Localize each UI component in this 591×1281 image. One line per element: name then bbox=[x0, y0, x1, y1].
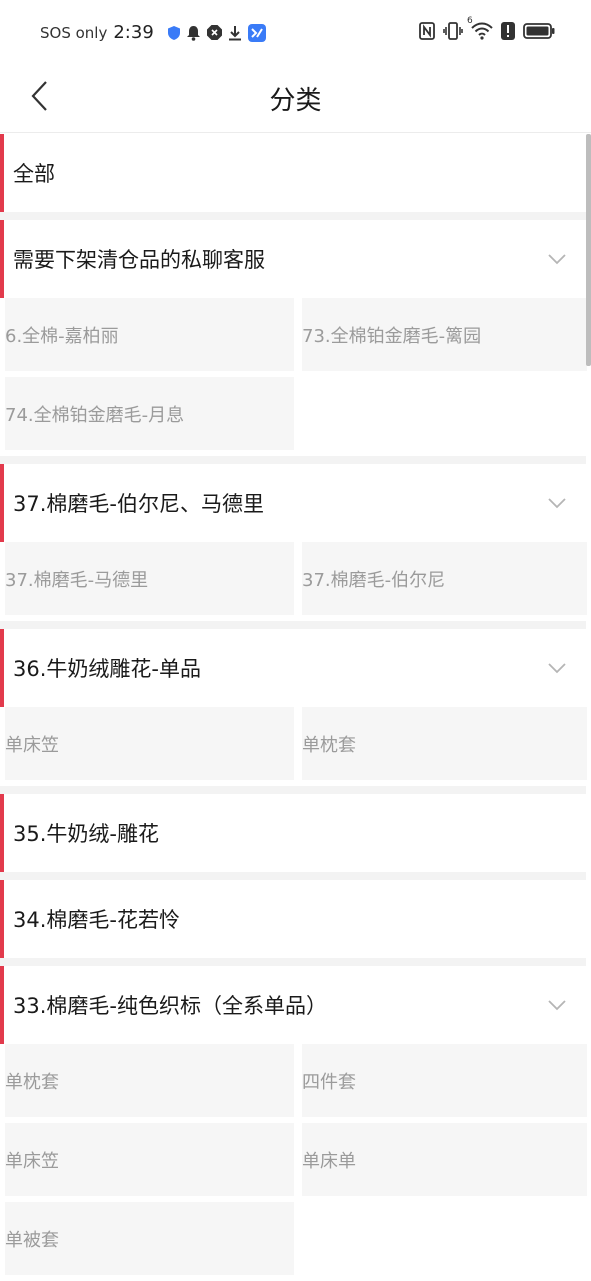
subcategory-item[interactable]: 单床笠 bbox=[5, 1123, 294, 1196]
shield-icon bbox=[167, 25, 180, 40]
chevron-down-icon[interactable] bbox=[546, 492, 568, 514]
subcategory-item[interactable]: 单枕套 bbox=[302, 707, 587, 780]
status-bar: SOS only 2:39 6 bbox=[0, 0, 591, 64]
alert-icon bbox=[501, 22, 515, 40]
scrollbar[interactable] bbox=[586, 134, 591, 366]
chevron-down-icon[interactable] bbox=[546, 994, 568, 1016]
vibrate-icon bbox=[443, 22, 463, 40]
page-title: 分类 bbox=[269, 86, 322, 116]
subcategory-grid: 6.全棉-嘉柏丽 73.全棉铂金磨毛-篱园 74.全棉铂金磨毛-月息 bbox=[0, 298, 587, 456]
block-icon bbox=[206, 25, 222, 40]
category-row[interactable]: 34.棉磨毛-花若怜 bbox=[0, 880, 586, 958]
category-row[interactable]: 36.牛奶绒雕花-单品 bbox=[0, 629, 586, 707]
subcategory-item[interactable]: 6.全棉-嘉柏丽 bbox=[5, 298, 294, 371]
subcategory-item[interactable]: 74.全棉铂金磨毛-月息 bbox=[5, 377, 294, 450]
download-icon bbox=[228, 25, 242, 41]
subcategory-item[interactable]: 37.棉磨毛-马德里 bbox=[5, 542, 294, 615]
category-separator bbox=[0, 786, 586, 794]
subcategory-item[interactable]: 73.全棉铂金磨毛-篱园 bbox=[302, 298, 587, 371]
category-separator bbox=[0, 621, 586, 629]
category-label: 33.棉磨毛-纯色织标（全系单品） bbox=[13, 994, 327, 1018]
category-label: 34.棉磨毛-花若怜 bbox=[13, 908, 180, 932]
subcategory-grid: 37.棉磨毛-马德里 37.棉磨毛-伯尔尼 bbox=[0, 542, 587, 621]
wifi-icon: 6 bbox=[467, 16, 493, 40]
battery-icon bbox=[523, 23, 555, 39]
subcategory-item[interactable]: 单床单 bbox=[302, 1123, 587, 1196]
chevron-down-icon[interactable] bbox=[546, 657, 568, 679]
subcategory-item[interactable]: 单床笠 bbox=[5, 707, 294, 780]
category-label: 35.牛奶绒-雕花 bbox=[13, 822, 159, 846]
subcategory-item[interactable]: 单枕套 bbox=[5, 1044, 294, 1117]
category-row[interactable]: 需要下架清仓品的私聊客服 bbox=[0, 220, 586, 298]
category-separator bbox=[0, 872, 586, 880]
clock: 2:39 bbox=[113, 22, 154, 43]
bell-icon bbox=[186, 25, 201, 41]
category-label: 需要下架清仓品的私聊客服 bbox=[13, 248, 265, 272]
subcategory-grid: 单床笠 单枕套 bbox=[0, 707, 587, 786]
subcategory-item[interactable]: 单被套 bbox=[5, 1202, 294, 1275]
app-notification-icon bbox=[247, 23, 266, 42]
category-row[interactable]: 全部 bbox=[0, 134, 586, 212]
app-header: 分类 bbox=[0, 64, 591, 133]
category-separator bbox=[0, 456, 586, 464]
category-label: 37.棉磨毛-伯尔尼、马德里 bbox=[13, 492, 264, 516]
subcategory-item[interactable]: 37.棉磨毛-伯尔尼 bbox=[302, 542, 587, 615]
category-row[interactable]: 35.牛奶绒-雕花 bbox=[0, 794, 586, 872]
category-row[interactable]: 33.棉磨毛-纯色织标（全系单品） bbox=[0, 966, 586, 1044]
wifi-signal-label: 6 bbox=[467, 16, 473, 26]
subcategory-item[interactable]: 四件套 bbox=[302, 1044, 587, 1117]
carrier-text: SOS only bbox=[40, 23, 108, 42]
category-separator bbox=[0, 958, 586, 966]
subcategory-grid: 单枕套 四件套 单床笠 单床单 单被套 bbox=[0, 1044, 587, 1281]
category-separator bbox=[0, 212, 586, 220]
chevron-down-icon[interactable] bbox=[546, 248, 568, 270]
category-row[interactable]: 37.棉磨毛-伯尔尼、马德里 bbox=[0, 464, 586, 542]
category-list: 全部需要下架清仓品的私聊客服 6.全棉-嘉柏丽 73.全棉铂金磨毛-篱园 74.全棉铂… bbox=[0, 134, 587, 1281]
category-label: 全部 bbox=[13, 162, 55, 186]
nfc-icon bbox=[419, 22, 435, 40]
category-label: 36.牛奶绒雕花-单品 bbox=[13, 657, 201, 681]
